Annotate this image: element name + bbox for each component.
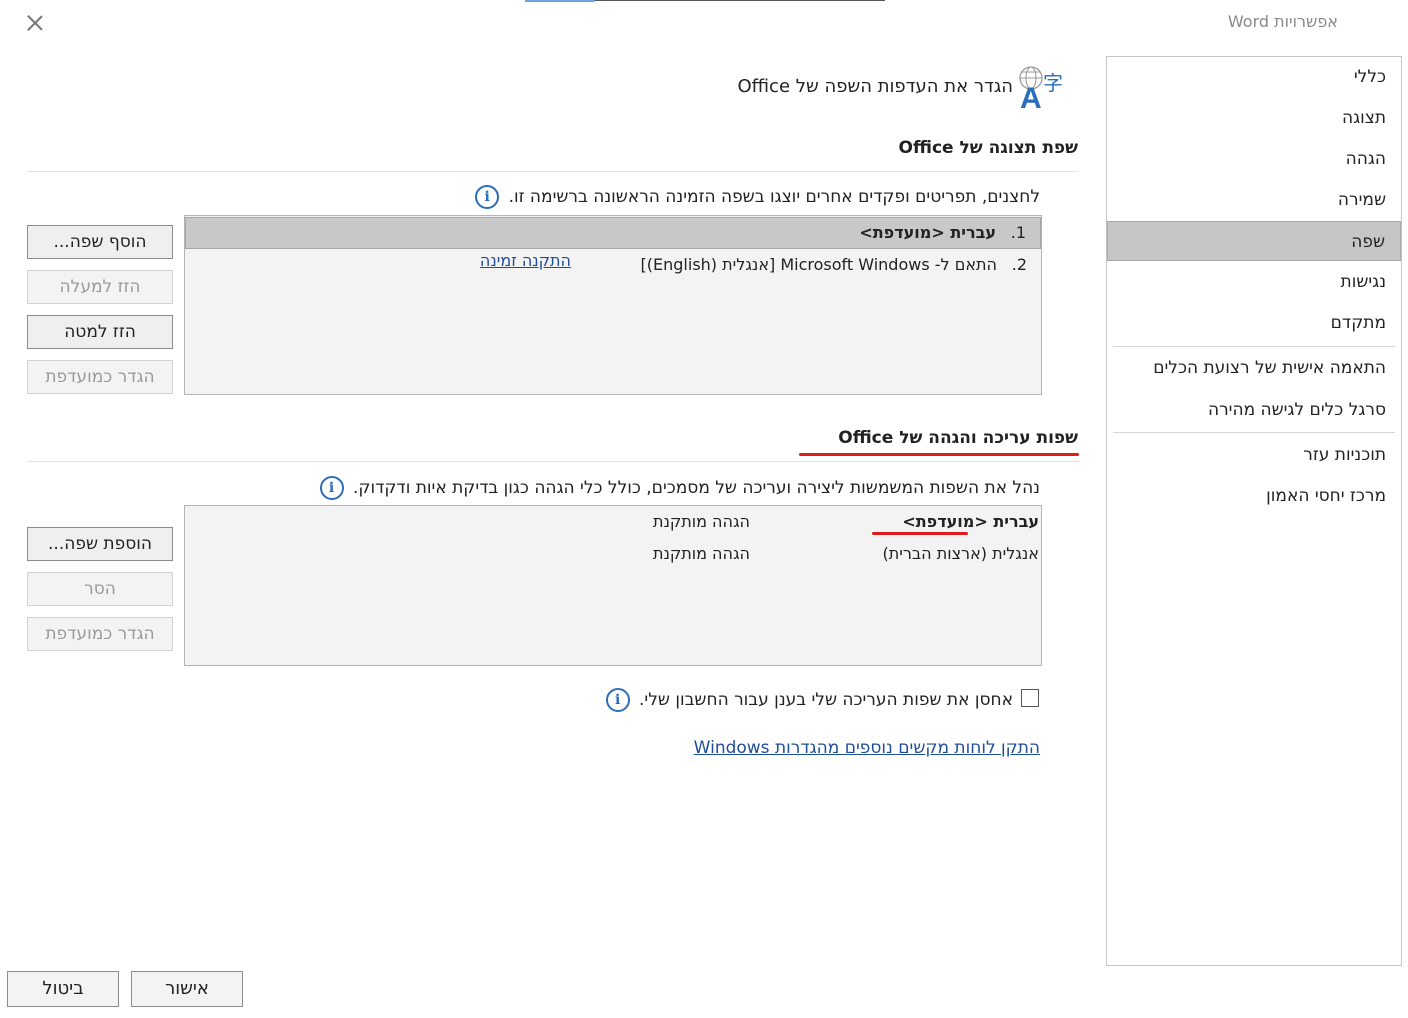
editing-language-list[interactable]: עברית <מועדפת> הגהה מותקנת אנגלית (ארצות… [184, 505, 1042, 666]
svg-text:字: 字 [1043, 71, 1063, 95]
display-language-list[interactable]: 1. עברית <מועדפת> 2. התאם ל- Microsoft W… [184, 215, 1042, 395]
sidebar-separator [1113, 432, 1395, 433]
ok-button[interactable]: אישור [131, 971, 243, 1007]
store-in-cloud-text: אחסן את שפות העריכה שלי בענן עבור החשבון… [639, 690, 1013, 710]
sidebar-item-quick-access-toolbar[interactable]: סרגל כלים לגישה מהירה [1107, 390, 1401, 430]
sidebar-item-accessibility[interactable]: נגישות [1107, 262, 1401, 302]
sidebar-item-proofing[interactable]: הגהה [1107, 139, 1401, 179]
row-language-name: עברית <מועדפת> [859, 223, 996, 242]
info-icon[interactable]: i [319, 476, 344, 500]
set-preferred-editing-button[interactable]: הגדר כמועדפת [27, 617, 173, 651]
window-title: אפשרויות Word [1227, 12, 1338, 31]
row-number: 2. [1011, 255, 1027, 274]
close-icon[interactable] [22, 10, 48, 36]
row-language-name: התאם ל- Microsoft Windows [אנגלית (Engli… [640, 255, 997, 274]
sidebar-item-save[interactable]: שמירה [1107, 180, 1401, 220]
remove-language-button[interactable]: הסר [27, 572, 173, 606]
sidebar-item-customize-ribbon[interactable]: התאמה אישית של רצועת הכלים [1107, 348, 1401, 388]
sidebar-item-language[interactable]: שפה [1107, 221, 1401, 261]
section-divider [27, 461, 1079, 462]
add-editing-language-button[interactable]: הוספת שפה... [27, 527, 173, 561]
language-icon: A 字 [1019, 66, 1063, 110]
title-bar-line [595, 0, 885, 1]
cancel-button[interactable]: ביטול [7, 971, 119, 1007]
info-icon[interactable]: i [475, 185, 500, 209]
row-language-name: אנגלית (ארצות הברית) [882, 544, 1039, 563]
editing-language-title: שפות עריכה והגהה של Office [838, 428, 1078, 448]
list-item[interactable]: 2. התאם ל- Microsoft Windows [אנגלית (En… [185, 250, 1041, 280]
sidebar-item-advanced[interactable]: מתקדם [1107, 303, 1401, 343]
display-description-text: לחצנים, תפריטים ופקדים אחרים יוצגו בשפה … [508, 187, 1040, 207]
sidebar-item-add-ins[interactable]: תוכניות עזר [1107, 435, 1401, 475]
info-icon[interactable]: i [605, 688, 630, 712]
sidebar-item-general[interactable]: כללי [1107, 57, 1401, 97]
editing-description-text: נהל את השפות המשמשות ליצירה ועריכה של מס… [352, 478, 1040, 498]
options-sidebar: כללי תצוגה הגהה שמירה שפה נגישות מתקדם ה… [1106, 56, 1402, 966]
store-in-cloud-label: אחסן את שפות העריכה שלי בענן עבור החשבון… [605, 688, 1013, 712]
sidebar-item-trust-center[interactable]: מרכז יחסי האמון [1107, 476, 1401, 516]
annotation-underline [872, 532, 968, 535]
row-proofing-status: הגהה מותקנת [652, 512, 750, 531]
add-display-language-button[interactable]: הוסף שפה... [27, 225, 173, 259]
sidebar-item-display[interactable]: תצוגה [1107, 98, 1401, 138]
editing-language-description: נהל את השפות המשמשות ליצירה ועריכה של מס… [319, 476, 1040, 500]
row-proofing-status: הגהה מותקנת [652, 544, 750, 563]
move-up-button[interactable]: הזז למעלה [27, 270, 173, 304]
page-title: הגדר את העדפות השפה של Office [737, 76, 1013, 97]
title-bar-accent [525, 0, 595, 2]
move-down-button[interactable]: הזז למטה [27, 315, 173, 349]
install-available-link[interactable]: התקנה זמינה [480, 246, 571, 276]
annotation-underline [799, 453, 1079, 456]
store-in-cloud-checkbox[interactable] [1021, 689, 1039, 707]
list-item[interactable]: אנגלית (ארצות הברית) הגהה מותקנת [185, 539, 1041, 569]
display-language-description: לחצנים, תפריטים ופקדים אחרים יוצגו בשפה … [475, 185, 1040, 209]
display-language-title: שפת תצוגה של Office [898, 138, 1078, 158]
list-item[interactable]: 1. עברית <מועדפת> [185, 217, 1041, 249]
sidebar-separator [1113, 346, 1395, 347]
row-number: 1. [1010, 223, 1026, 242]
set-preferred-display-button[interactable]: הגדר כמועדפת [27, 360, 173, 394]
section-divider [27, 171, 1079, 172]
svg-text:A: A [1020, 82, 1042, 110]
install-keyboards-link[interactable]: התקן לוחות מקשים נוספים מהגדרות Windows [694, 738, 1040, 758]
